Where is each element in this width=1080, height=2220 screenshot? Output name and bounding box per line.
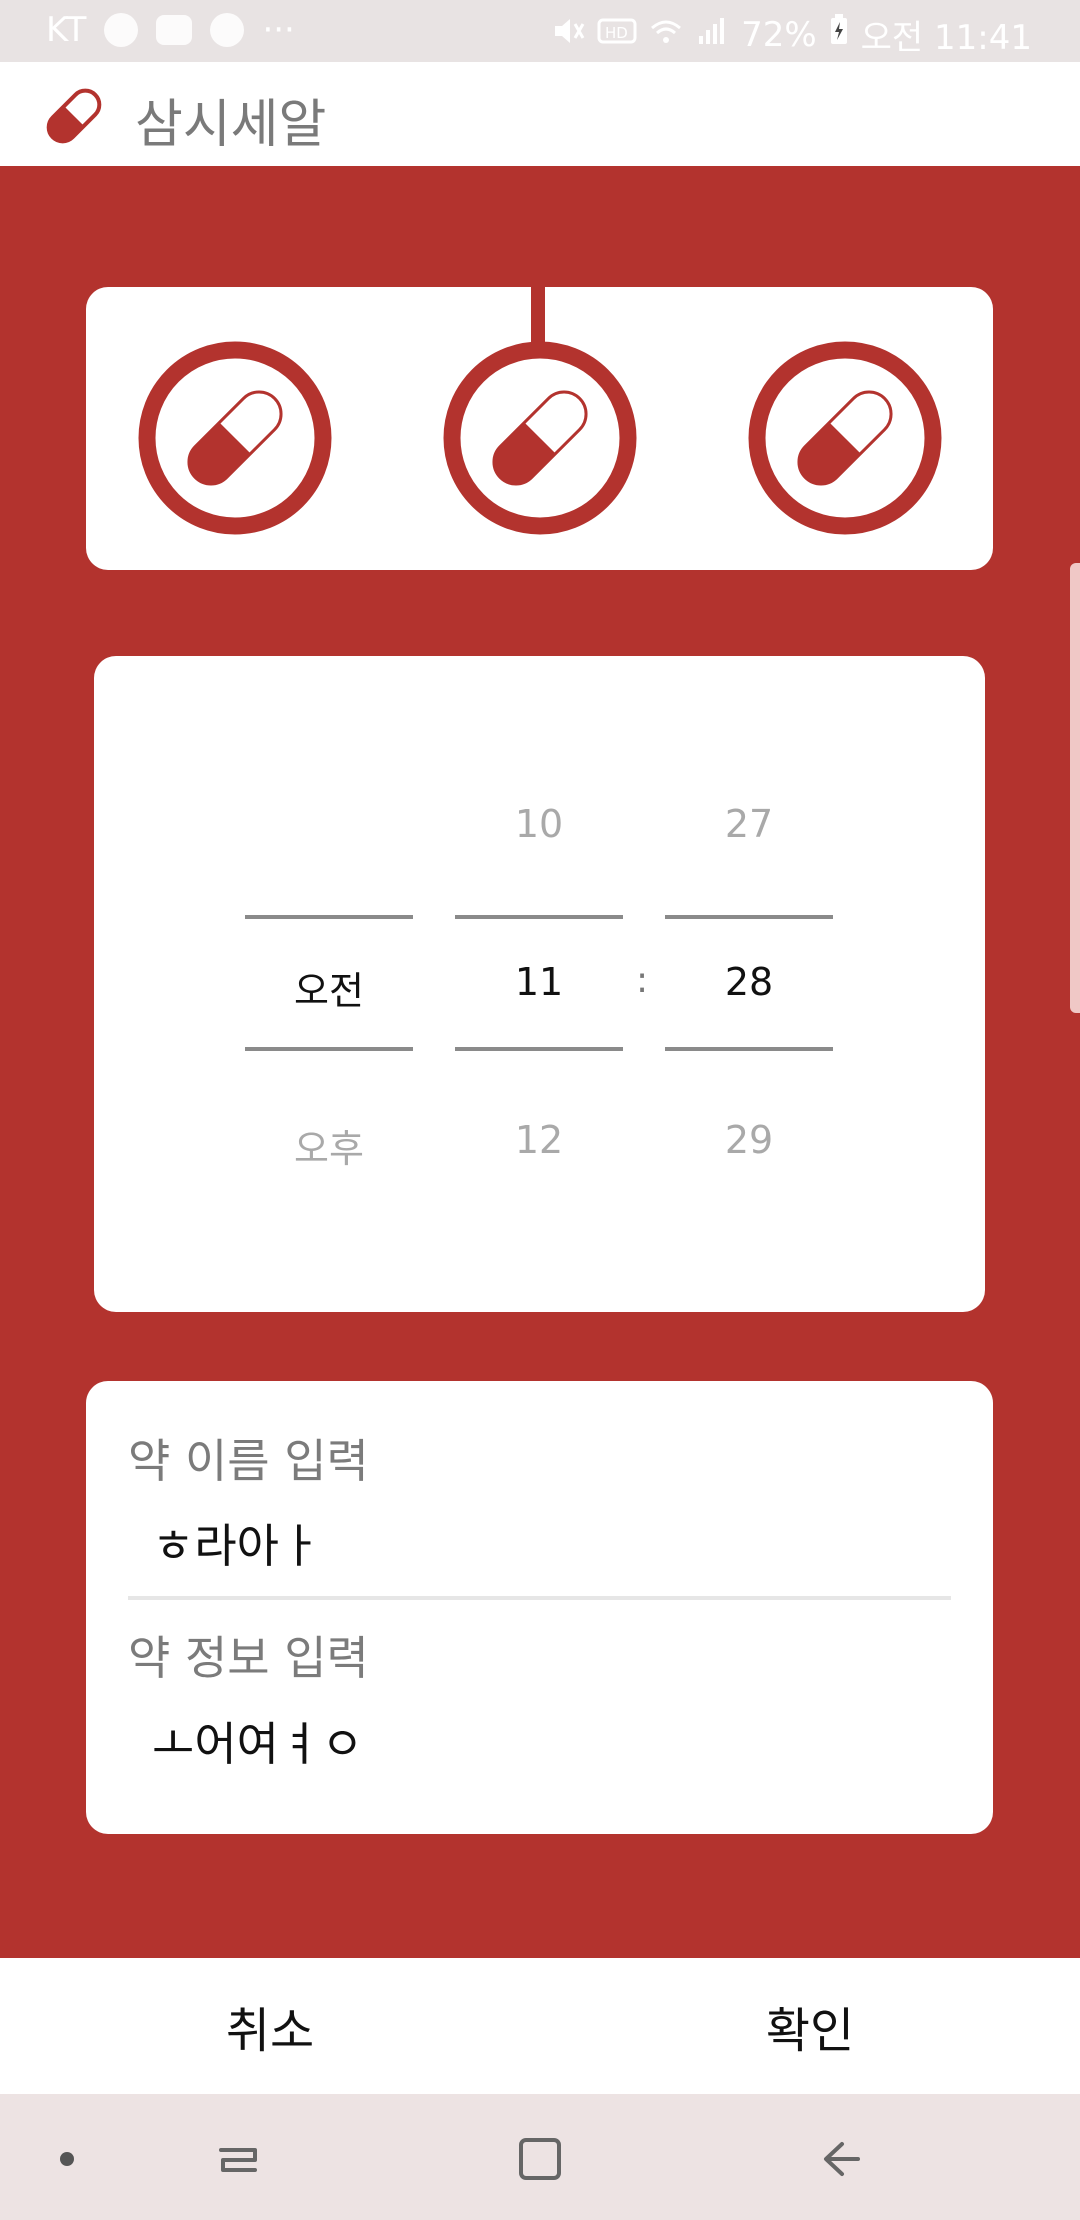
minute-top-divider [665,915,833,919]
battery-charging-icon [829,14,849,55]
dose-button-2[interactable] [442,340,638,536]
dose-button-1[interactable] [137,340,333,536]
dose-button-3[interactable] [747,340,943,536]
hour-bottom-divider [455,1047,623,1051]
cancel-label: 취소 [225,2003,315,2059]
carrier-label: KT [46,10,87,50]
medicine-name-label: 약 이름 입력 [128,1434,369,1488]
clock: 오전 11:41 [860,18,1032,58]
hour-above[interactable]: 10 [455,802,623,846]
signal-icon [695,15,729,55]
time-separator: : [636,960,649,1001]
ampm-top-divider [245,915,413,919]
system-nav-bar [0,2094,1080,2220]
status-bar-right: HD 72% 오전 11:41 [551,10,1032,59]
medicine-name-input[interactable]: ㅎ라아ㅏ [152,1510,321,1576]
minute-bottom-divider [665,1047,833,1051]
minute-selected[interactable]: 28 [665,960,833,1004]
app-title: 삼시세알 [135,95,327,155]
hour-selected[interactable]: 11 [455,960,623,1004]
medicine-info-label: 약 정보 입력 [128,1631,369,1685]
battery-percent: 72% [741,14,817,55]
scrollbar[interactable] [1070,563,1080,1013]
pill-capsule-icon [443,341,637,535]
ampm-bottom-divider [245,1047,413,1051]
pill-capsule-icon [138,341,332,535]
action-bar: 취소 확인 [0,1958,1080,2094]
medicine-info-input[interactable]: ㅗ어여ㅕㅇ [152,1708,364,1774]
pay-icon [210,13,245,47]
confirm-button[interactable]: 확인 [540,1958,1080,2094]
input-divider [128,1596,951,1600]
wifi-icon [649,15,683,55]
status-bar: KT ··· HD 72% 오전 11:41 [0,0,1080,62]
ampm-below[interactable]: 오후 [245,1118,413,1173]
svg-text:HD: HD [605,24,628,42]
back-icon[interactable] [808,2124,878,2194]
minute-below[interactable]: 29 [665,1118,833,1162]
confirm-label: 확인 [765,2003,855,2059]
hour-top-divider [455,915,623,919]
app-bar: 삼시세알 [0,62,1080,166]
selected-dose-indicator [531,287,545,343]
hd-icon: HD [597,15,637,55]
voicemail-icon [156,15,193,45]
home-icon[interactable] [505,2124,575,2194]
dot-icon[interactable] [32,2124,102,2194]
hour-below[interactable]: 12 [455,1118,623,1162]
minute-above[interactable]: 27 [665,802,833,846]
more-notifications: ··· [262,10,295,50]
mute-icon [551,15,585,55]
talk-icon [104,13,139,47]
recent-apps-icon[interactable] [203,2124,273,2194]
pill-capsule-icon [38,80,110,152]
cancel-button[interactable]: 취소 [0,1958,540,2094]
pill-capsule-icon [748,341,942,535]
status-bar-left: KT ··· [46,10,295,50]
ampm-selected[interactable]: 오전 [245,960,413,1015]
